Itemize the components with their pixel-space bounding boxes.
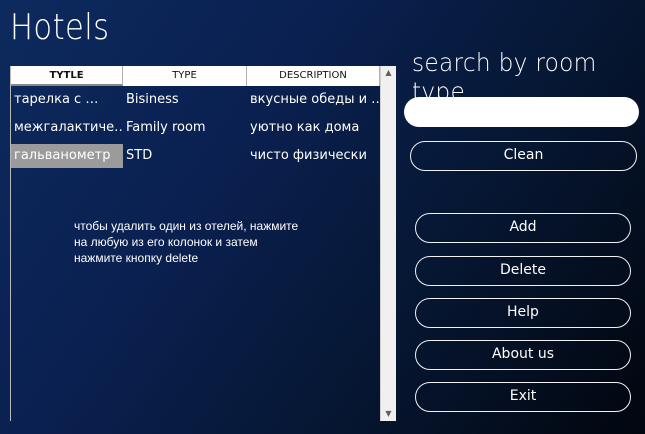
table-row[interactable]: межгалактиче… Family room уютно как дома: [11, 114, 380, 142]
about-us-button[interactable]: About us: [415, 340, 631, 370]
table-cell-type[interactable]: Bisiness: [123, 86, 247, 114]
table-row[interactable]: тарелка с … Bisiness вкусные обеды и …: [11, 86, 380, 114]
instruction-line: на любую из его колонок и затем: [74, 235, 258, 249]
clean-button[interactable]: Clean: [410, 141, 637, 171]
table-cell-description[interactable]: чисто физически: [247, 142, 380, 170]
column-header-type[interactable]: TYPE: [123, 66, 247, 86]
table-cell-description[interactable]: уютно как дома: [247, 114, 380, 142]
table-cell-type[interactable]: Family room: [123, 114, 247, 142]
table-cell-title[interactable]: межгалактиче…: [11, 114, 123, 142]
add-button[interactable]: Add: [415, 213, 631, 243]
help-button[interactable]: Help: [415, 298, 631, 328]
table-body: тарелка с … Bisiness вкусные обеды и … м…: [11, 86, 380, 170]
scroll-up-arrow-icon[interactable]: ▲: [381, 66, 396, 80]
instruction-line: чтобы удалить один из отелей, нажмите: [74, 219, 299, 233]
table-header: TYTLE TYPE DESCRIPTION: [11, 66, 380, 86]
room-type-search-input[interactable]: [404, 97, 639, 127]
table-cell-title[interactable]: тарелка с …: [11, 86, 123, 114]
delete-instructions: чтобы удалить один из отелей, нажмите на…: [74, 218, 374, 266]
delete-button[interactable]: Delete: [415, 256, 631, 286]
column-header-description[interactable]: DESCRIPTION: [247, 66, 380, 86]
app-title: Hotels: [10, 7, 110, 48]
table-cell-title-selected[interactable]: гальванометр: [11, 144, 123, 168]
scroll-down-arrow-icon[interactable]: ▼: [381, 407, 396, 421]
table-cell-type[interactable]: STD: [123, 142, 247, 170]
vertical-scrollbar[interactable]: ▲ ▼: [380, 66, 396, 421]
table-row-selected[interactable]: гальванометр STD чисто физически: [11, 142, 380, 170]
exit-button[interactable]: Exit: [415, 382, 631, 412]
table-cell-description[interactable]: вкусные обеды и …: [247, 86, 380, 114]
instruction-line: нажмите кнопку delete: [74, 251, 199, 265]
column-header-title[interactable]: TYTLE: [11, 66, 123, 86]
